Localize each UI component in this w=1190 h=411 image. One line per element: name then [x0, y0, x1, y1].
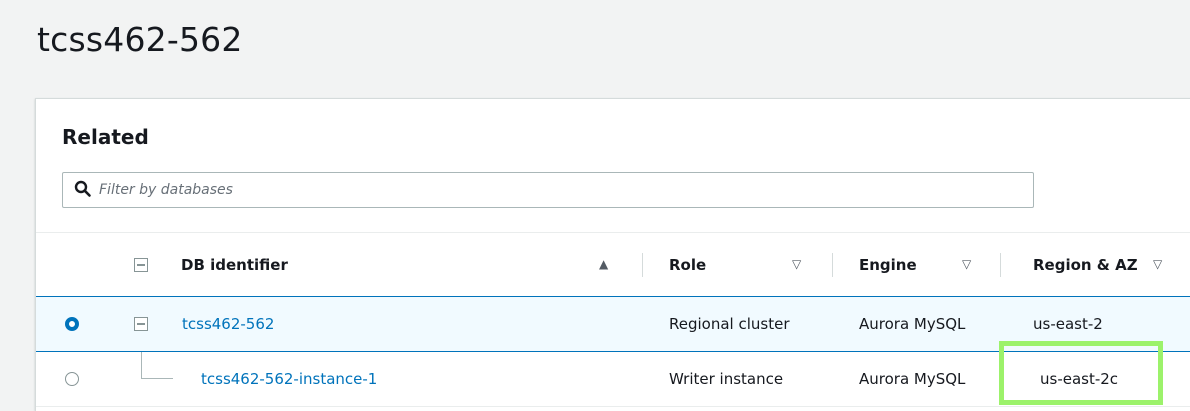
role-cell: Writer instance: [669, 370, 784, 388]
column-header-engine[interactable]: Engine: [859, 233, 917, 297]
sort-ascending-icon[interactable]: ▲: [599, 257, 608, 271]
row-radio[interactable]: [65, 372, 79, 386]
tree-connector: [141, 352, 142, 378]
filter-box[interactable]: [62, 172, 1034, 208]
annotation-highlight-box: [999, 341, 1163, 405]
db-identifier-link[interactable]: tcss462-562: [182, 297, 274, 351]
engine-cell: Aurora MySQL: [859, 370, 966, 388]
role-cell: Regional cluster: [669, 315, 790, 333]
table-header: DB identifier ▲ Role ▽ Engine ▽ Region &…: [36, 232, 1190, 297]
collapse-icon[interactable]: [134, 317, 148, 331]
column-label: Region & AZ: [1033, 256, 1138, 274]
column-divider[interactable]: [1000, 253, 1001, 277]
column-header-region-az[interactable]: Region & AZ: [1033, 233, 1138, 297]
column-label: Role: [669, 256, 707, 274]
tree-connector: [141, 378, 173, 379]
search-icon: [74, 180, 91, 197]
column-header-role[interactable]: Role: [669, 233, 706, 297]
column-header-db-identifier[interactable]: DB identifier: [181, 233, 288, 297]
sort-icon[interactable]: ▽: [1153, 257, 1162, 271]
column-divider[interactable]: [642, 253, 643, 277]
collapse-all-icon[interactable]: [134, 258, 148, 272]
db-identifier-link[interactable]: tcss462-562-instance-1: [201, 352, 377, 406]
column-label: DB identifier: [181, 256, 288, 274]
section-title: Related: [62, 125, 149, 149]
page-title: tcss462-562: [37, 20, 243, 59]
filter-input[interactable]: [97, 177, 1001, 203]
column-divider[interactable]: [832, 253, 833, 277]
row-radio[interactable]: [65, 317, 79, 331]
column-label: Engine: [859, 256, 917, 274]
sort-icon[interactable]: ▽: [962, 257, 971, 271]
sort-icon[interactable]: ▽: [792, 257, 801, 271]
engine-cell: Aurora MySQL: [859, 315, 966, 333]
